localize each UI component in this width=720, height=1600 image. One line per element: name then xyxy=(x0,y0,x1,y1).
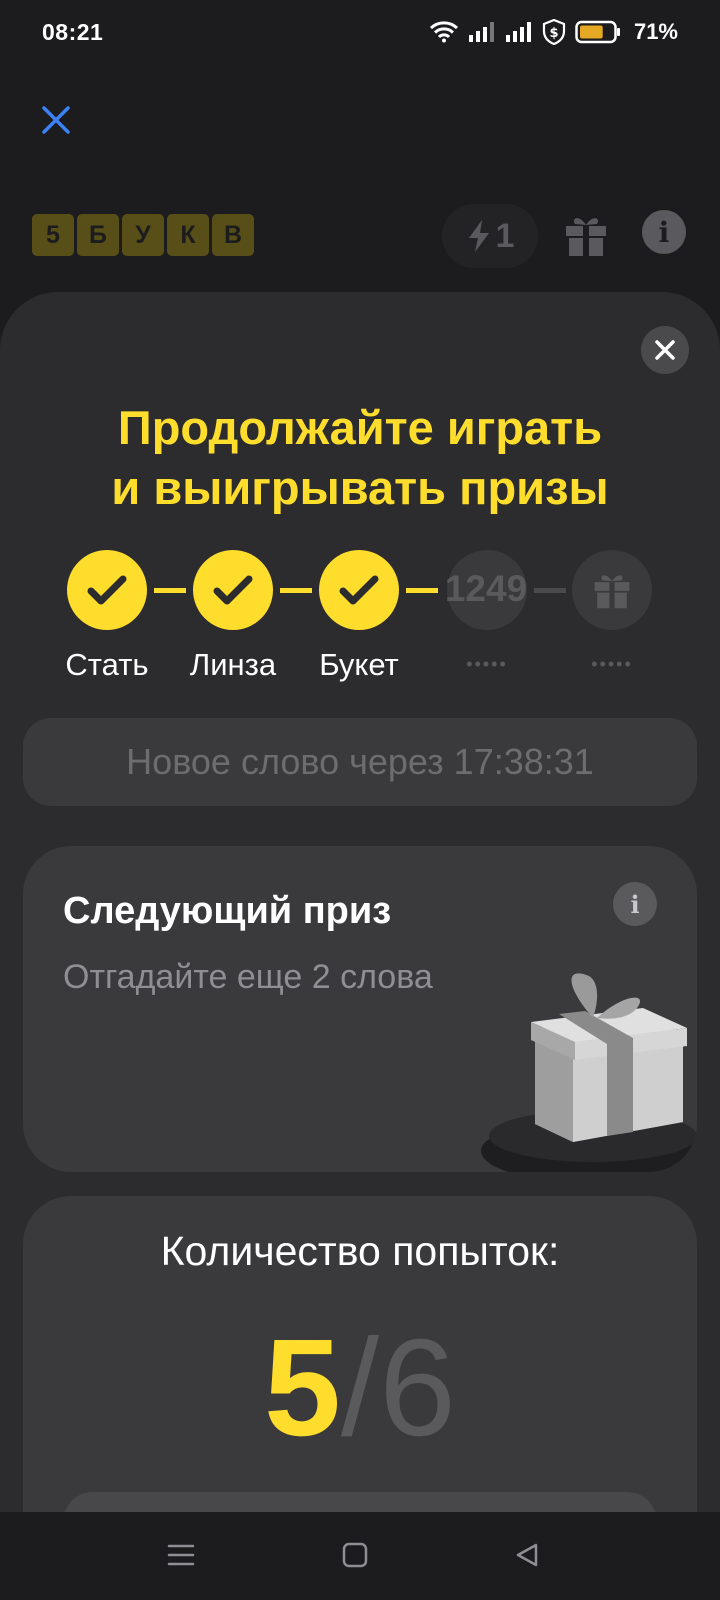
battery-percent: 71% xyxy=(633,19,678,44)
attempts-value: 5/6 xyxy=(23,1308,697,1468)
home-square-icon xyxy=(342,1542,368,1568)
gift-button[interactable] xyxy=(563,212,609,258)
home-nav-button[interactable] xyxy=(340,1540,376,1574)
sheet-title: Продолжайте играть и выигрывать призы xyxy=(0,398,720,518)
next-prize-subtitle: Отгадайте еще 2 слова xyxy=(63,958,433,996)
close-icon xyxy=(42,106,70,134)
progress-connector xyxy=(154,588,186,593)
progress-track: 1249 Стать Линза Букет ••••• ••••• xyxy=(0,550,720,690)
title-line-1: Продолжайте играть xyxy=(117,401,603,454)
progress-connector xyxy=(280,588,312,593)
next-prize-card[interactable]: Следующий приз Отгадайте еще 2 слова i xyxy=(23,846,697,1172)
status-icons: $ 71% xyxy=(429,19,678,45)
title-line-2: и выигрывать призы xyxy=(111,461,609,514)
attempts-label: Количество попыток: xyxy=(160,1228,560,1274)
wifi-icon xyxy=(429,21,458,43)
svg-text:$: $ xyxy=(549,26,558,41)
menu-nav-button[interactable] xyxy=(166,1540,202,1574)
step-placeholder: ••••• xyxy=(591,654,633,674)
step-done xyxy=(193,550,273,630)
status-bar: 08:21 $ 71% xyxy=(0,0,720,64)
signal-icon xyxy=(505,22,531,42)
lightning-icon xyxy=(468,220,489,252)
attempts-total: 6 xyxy=(379,1311,456,1465)
step-label: Букет xyxy=(319,647,399,682)
step-label: Стать xyxy=(65,647,149,682)
back-nav-button[interactable] xyxy=(512,1540,548,1574)
check-icon xyxy=(213,575,253,605)
sheet-close-button[interactable] xyxy=(641,326,689,374)
game-logo: 5 Б У К В xyxy=(32,214,254,256)
close-webview-button[interactable] xyxy=(36,100,76,140)
gift-icon xyxy=(566,218,606,256)
close-icon xyxy=(655,340,675,360)
logo-letter: К xyxy=(167,214,209,256)
next-prize-title: Следующий приз xyxy=(63,890,392,932)
check-icon xyxy=(87,575,127,605)
attempts-separator: / xyxy=(340,1311,380,1465)
logo-letter: В xyxy=(212,214,254,256)
step-done xyxy=(67,550,147,630)
step-placeholder: ••••• xyxy=(466,654,508,674)
check-icon xyxy=(339,575,379,605)
logo-letter: Б xyxy=(77,214,119,256)
progress-connector xyxy=(534,588,566,593)
signal-icon xyxy=(468,22,494,42)
logo-letter: У xyxy=(122,214,164,256)
system-nav-bar xyxy=(0,1512,720,1600)
battery-icon xyxy=(575,20,620,44)
progress-number: 1249 xyxy=(444,568,528,609)
energy-count: 1 xyxy=(495,216,515,255)
step-gift xyxy=(572,550,652,630)
prize-sheet: Продолжайте играть и выигрывать призы 12… xyxy=(0,292,720,1596)
gift-box-illustration xyxy=(481,973,697,1172)
gift-icon xyxy=(594,575,630,609)
energy-counter[interactable]: 1 xyxy=(442,204,538,268)
info-button[interactable]: i xyxy=(642,210,686,254)
prize-info-button[interactable]: i xyxy=(613,882,657,926)
game-header: 5 Б У К В 1 i xyxy=(0,200,720,270)
progress-connector xyxy=(406,588,438,593)
step-label: Линза xyxy=(189,647,277,682)
attempts-current: 5 xyxy=(264,1311,341,1465)
step-done xyxy=(319,550,399,630)
new-word-timer: Новое слово через 17:38:31 xyxy=(23,718,697,806)
logo-letter: 5 xyxy=(32,214,74,256)
status-time: 08:21 xyxy=(42,18,104,45)
shield-dollar-icon: $ xyxy=(542,19,566,45)
menu-icon xyxy=(167,1544,195,1566)
back-triangle-icon xyxy=(516,1543,538,1567)
